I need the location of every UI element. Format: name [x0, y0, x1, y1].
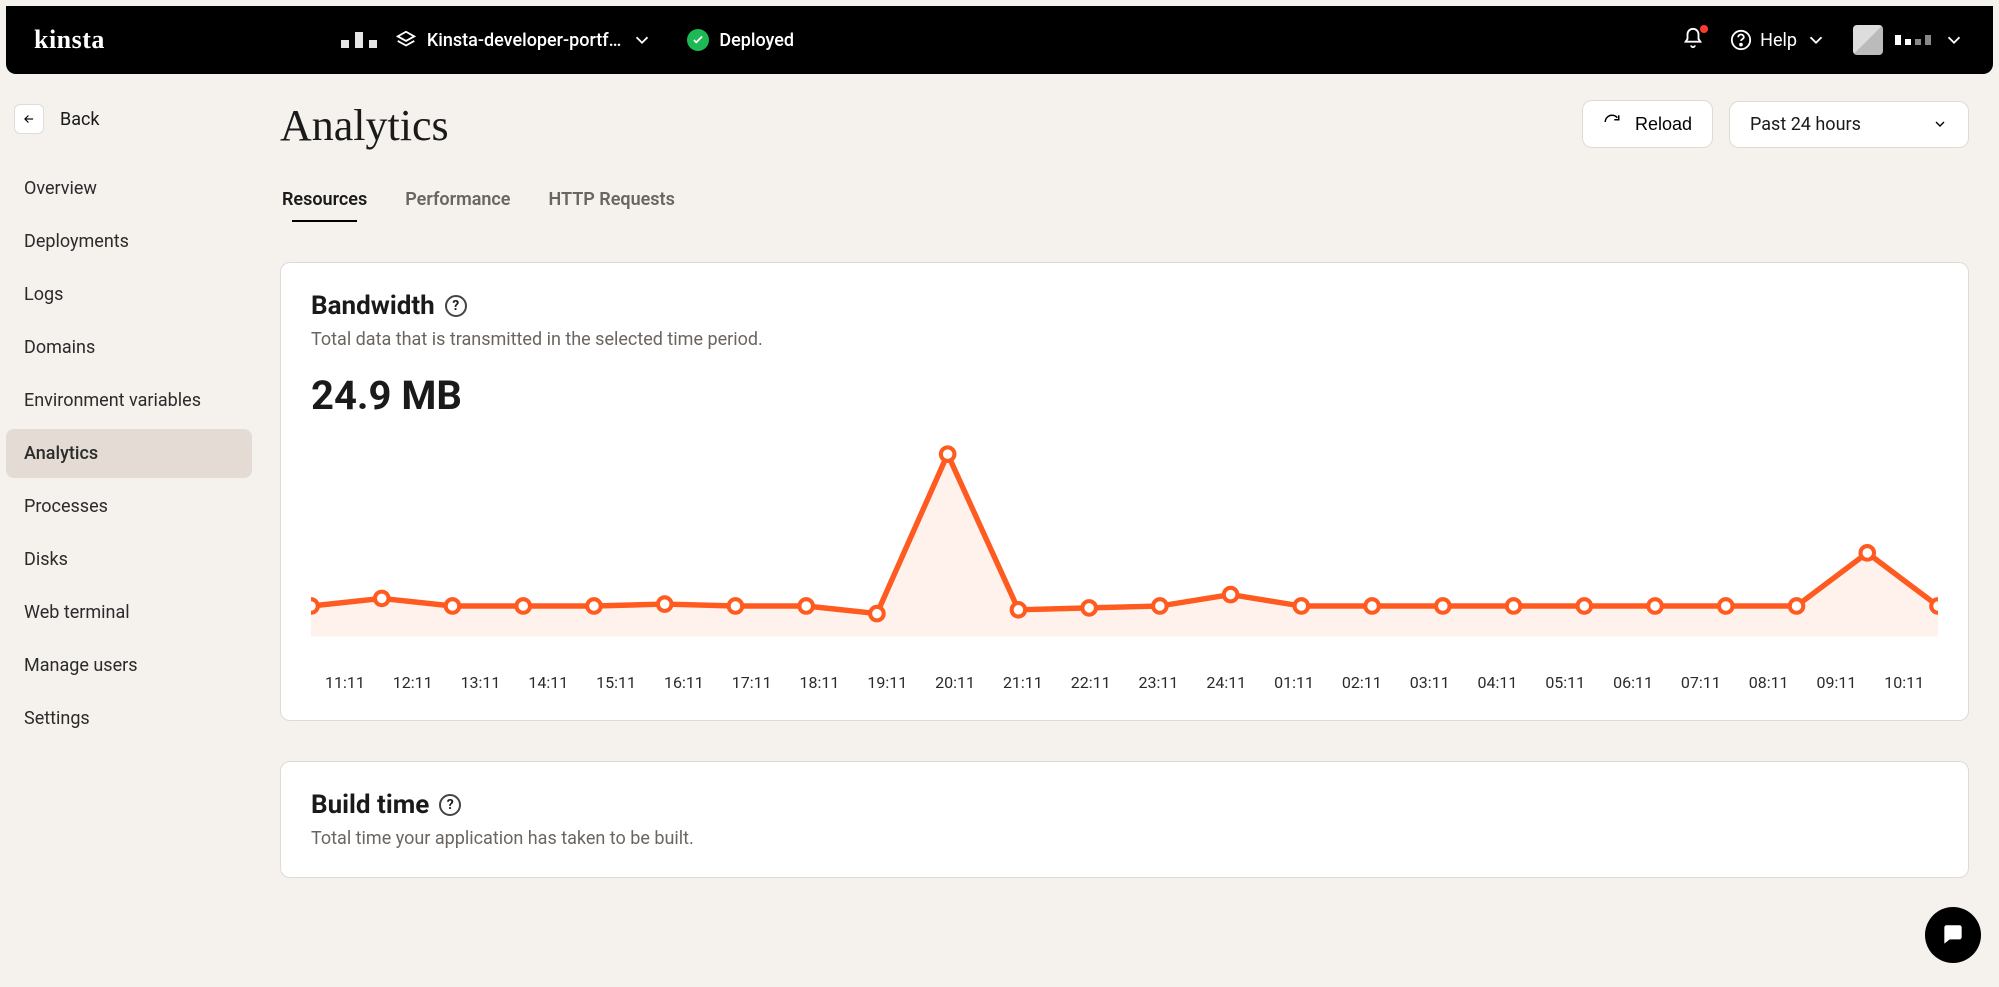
x-tick: 19:11 — [853, 673, 921, 692]
x-tick: 07:11 — [1667, 673, 1735, 692]
info-icon[interactable]: ? — [445, 295, 467, 317]
avatar — [1853, 25, 1883, 55]
check-circle-icon — [687, 29, 709, 51]
back-label: Back — [60, 109, 100, 130]
x-tick: 01:11 — [1260, 673, 1328, 692]
build-subtitle: Total time your application has taken to… — [311, 828, 1938, 849]
bandwidth-chart: 11:1112:1113:1114:1115:1116:1117:1118:11… — [311, 433, 1938, 692]
sidebar-item-manage-users[interactable]: Manage users — [6, 641, 252, 690]
chevron-down-icon — [1943, 29, 1965, 51]
x-tick: 02:11 — [1328, 673, 1396, 692]
x-tick: 16:11 — [650, 673, 718, 692]
x-tick: 13:11 — [447, 673, 515, 692]
help-label: Help — [1760, 30, 1797, 51]
chat-button[interactable] — [1925, 907, 1981, 963]
tabs: Resources Performance HTTP Requests — [280, 181, 1969, 222]
x-tick: 22:11 — [1057, 673, 1125, 692]
x-tick: 12:11 — [379, 673, 447, 692]
main: Analytics Reload Past 24 hours Resources… — [260, 80, 1999, 918]
sidebar-item-processes[interactable]: Processes — [6, 482, 252, 531]
notification-badge — [1700, 25, 1708, 33]
chart-x-axis: 11:1112:1113:1114:1115:1116:1117:1118:11… — [311, 673, 1938, 692]
site-name: Kinsta-developer-portf… — [427, 30, 621, 51]
chevron-down-icon — [1805, 29, 1827, 51]
site-selector[interactable]: Kinsta-developer-portf… — [395, 29, 653, 51]
bandwidth-title: Bandwidth — [311, 291, 435, 321]
x-tick: 08:11 — [1735, 673, 1803, 692]
build-time-card: Build time ? Total time your application… — [280, 761, 1969, 878]
x-tick: 11:11 — [311, 673, 379, 692]
notifications-button[interactable] — [1682, 27, 1704, 53]
mini-sparkline-icon — [341, 32, 377, 48]
time-range-value: Past 24 hours — [1750, 114, 1861, 135]
x-tick: 15:11 — [582, 673, 650, 692]
user-menu[interactable] — [1853, 25, 1965, 55]
chevron-down-icon — [631, 29, 653, 51]
x-tick: 24:11 — [1192, 673, 1260, 692]
sidebar-item-web-terminal[interactable]: Web terminal — [6, 588, 252, 637]
tab-resources[interactable]: Resources — [280, 181, 369, 222]
topbar: kinsta Kinsta-developer-portf… Deployed — [6, 6, 1993, 74]
back-button[interactable] — [14, 104, 44, 134]
x-tick: 18:11 — [786, 673, 854, 692]
x-tick: 06:11 — [1599, 673, 1667, 692]
nav: OverviewDeploymentsLogsDomainsEnvironmen… — [0, 164, 252, 743]
arrow-left-icon — [22, 112, 36, 126]
sidebar-item-settings[interactable]: Settings — [6, 694, 252, 743]
x-tick: 04:11 — [1464, 673, 1532, 692]
reload-label: Reload — [1635, 114, 1692, 135]
bandwidth-card: Bandwidth ? Total data that is transmitt… — [280, 262, 1969, 721]
deploy-status: Deployed — [687, 29, 794, 51]
page-title: Analytics — [280, 100, 449, 151]
layers-icon — [395, 29, 417, 51]
sidebar: Back OverviewDeploymentsLogsDomainsEnvir… — [0, 80, 260, 918]
x-tick: 14:11 — [514, 673, 582, 692]
sidebar-item-deployments[interactable]: Deployments — [6, 217, 252, 266]
bandwidth-subtitle: Total data that is transmitted in the se… — [311, 329, 1938, 350]
sidebar-item-domains[interactable]: Domains — [6, 323, 252, 372]
info-icon[interactable]: ? — [439, 794, 461, 816]
reload-icon — [1603, 113, 1625, 135]
chevron-down-icon — [1932, 116, 1948, 132]
x-tick: 21:11 — [989, 673, 1057, 692]
x-tick: 17:11 — [718, 673, 786, 692]
chat-icon — [1940, 922, 1966, 948]
time-range-select[interactable]: Past 24 hours — [1729, 101, 1969, 148]
build-title: Build time — [311, 790, 429, 820]
sidebar-item-environment-variables[interactable]: Environment variables — [6, 376, 252, 425]
bandwidth-value: 24.9 MB — [311, 372, 1938, 419]
status-label: Deployed — [719, 30, 794, 51]
x-tick: 10:11 — [1870, 673, 1938, 692]
help-menu[interactable]: Help — [1730, 29, 1827, 51]
sidebar-item-analytics[interactable]: Analytics — [6, 429, 252, 478]
sidebar-item-disks[interactable]: Disks — [6, 535, 252, 584]
tab-http-requests[interactable]: HTTP Requests — [547, 181, 677, 222]
reload-button[interactable]: Reload — [1582, 100, 1713, 148]
x-tick: 09:11 — [1803, 673, 1871, 692]
x-tick: 05:11 — [1531, 673, 1599, 692]
x-tick: 23:11 — [1125, 673, 1193, 692]
help-icon — [1730, 29, 1752, 51]
logo: kinsta — [34, 25, 105, 55]
tab-performance[interactable]: Performance — [403, 181, 512, 222]
sidebar-item-logs[interactable]: Logs — [6, 270, 252, 319]
sidebar-item-overview[interactable]: Overview — [6, 164, 252, 213]
user-bars-icon — [1895, 35, 1931, 45]
x-tick: 20:11 — [921, 673, 989, 692]
x-tick: 03:11 — [1396, 673, 1464, 692]
